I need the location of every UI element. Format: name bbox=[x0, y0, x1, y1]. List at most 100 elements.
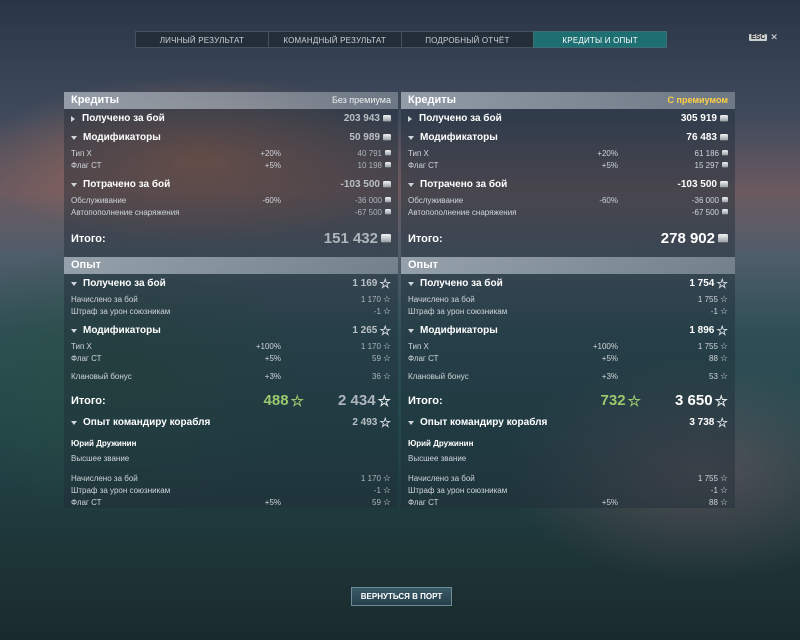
item-percent: +5% bbox=[264, 353, 281, 363]
xp-earned-row[interactable]: Получено за бой 1 754 ☆ bbox=[401, 274, 735, 293]
account-type-label: С премиумом bbox=[667, 95, 728, 105]
close-button[interactable]: ESC ✕ bbox=[749, 32, 778, 43]
tab-credits-and-xp[interactable]: КРЕДИТЫ И ОПЫТ bbox=[533, 31, 667, 48]
expand-arrow-icon[interactable] bbox=[71, 115, 75, 122]
panel-with-premium: Кредиты С премиумом Получено за бой 305 … bbox=[401, 92, 735, 508]
star-icon: ☆ bbox=[716, 414, 728, 430]
section-label: Опыт командиру корабля bbox=[83, 417, 211, 428]
item-value: 10 198 bbox=[357, 160, 382, 170]
section-value: 50 989 bbox=[349, 132, 380, 143]
account-type-label: Без премиума bbox=[331, 95, 391, 105]
total-label: Итого: bbox=[408, 394, 443, 407]
collapse-arrow-icon[interactable] bbox=[408, 328, 414, 333]
xp-total-row: Итого: 732 ☆ 3 650 ☆ bbox=[401, 388, 735, 413]
panel-without-premium: Кредиты Без премиума Получено за бой 203… bbox=[64, 92, 398, 508]
service-row: Обслуживание -60% -36 000 bbox=[401, 194, 735, 206]
credit-coin-icon bbox=[722, 209, 728, 215]
return-to-port-button[interactable]: ВЕРНУТЬСЯ В ПОРТ bbox=[351, 587, 452, 606]
collapse-arrow-icon[interactable] bbox=[408, 135, 414, 140]
collapse-arrow-icon[interactable] bbox=[408, 281, 414, 286]
credits-total-value: 278 902 bbox=[660, 230, 715, 247]
credits-earned-row[interactable]: Получено за бой 203 943 bbox=[64, 109, 398, 128]
item-label: Тип X bbox=[408, 148, 429, 158]
commander-xp-row[interactable]: Опыт командиру корабля 2 493 ☆ bbox=[64, 413, 398, 432]
item-label: Тип X bbox=[408, 341, 429, 351]
item-value: 1 755 bbox=[697, 294, 718, 304]
star-icon: ☆ bbox=[379, 414, 391, 430]
collapse-arrow-icon[interactable] bbox=[71, 420, 77, 425]
xp-earned-row[interactable]: Получено за бой 1 169 ☆ bbox=[64, 274, 398, 293]
star-icon: ☆ bbox=[719, 472, 728, 483]
xp-total-value: 3 650 bbox=[675, 392, 713, 409]
credits-spent-row[interactable]: Потрачено за бой -103 500 bbox=[401, 175, 735, 194]
tab-detailed-report[interactable]: ПОДРОБНЫЙ ОТЧЁТ bbox=[400, 31, 534, 48]
item-value: 59 bbox=[372, 497, 381, 507]
credit-coin-icon bbox=[385, 162, 391, 168]
item-value: 88 bbox=[709, 353, 718, 363]
item-percent: +20% bbox=[260, 148, 281, 158]
collapse-arrow-icon[interactable] bbox=[71, 135, 77, 140]
collapse-arrow-icon[interactable] bbox=[71, 281, 77, 286]
star-icon: ☆ bbox=[382, 496, 391, 507]
item-value: -67 500 bbox=[354, 207, 382, 217]
credits-flag-row: Флаг СТ +5% 15 297 bbox=[401, 159, 735, 171]
section-value: 203 943 bbox=[343, 113, 380, 124]
xp-accrued-row: Начислено за бой 1 755 ☆ bbox=[401, 293, 735, 305]
star-icon: ☆ bbox=[382, 340, 391, 351]
xp-penalty-row: Штраф за урон союзникам -1 ☆ bbox=[401, 305, 735, 317]
item-value: 1 170 bbox=[360, 473, 381, 483]
credits-modifiers-row[interactable]: Модификаторы 76 483 bbox=[401, 128, 735, 147]
star-icon: ☆ bbox=[719, 305, 728, 316]
xp-modifiers-row[interactable]: Модификаторы 1 265 ☆ bbox=[64, 321, 398, 340]
credits-flag-row: Флаг СТ +5% 10 198 bbox=[64, 159, 398, 171]
credits-type-x-row: Тип X +20% 40 791 bbox=[64, 147, 398, 159]
item-percent: +5% bbox=[264, 160, 281, 170]
credits-total-value: 151 432 bbox=[323, 230, 378, 247]
service-row: Обслуживание -60% -36 000 bbox=[64, 194, 398, 206]
item-label: Штраф за урон союзникам bbox=[71, 306, 171, 316]
credits-spent-row[interactable]: Потрачено за бой -103 500 bbox=[64, 175, 398, 194]
credit-coin-icon bbox=[720, 115, 728, 122]
collapse-arrow-icon[interactable] bbox=[408, 420, 414, 425]
section-value: 3 738 bbox=[689, 417, 715, 428]
free-xp-value: 732 bbox=[600, 392, 626, 409]
credits-total-row: Итого: 278 902 bbox=[401, 226, 735, 251]
credits-title: Кредиты bbox=[71, 94, 120, 106]
item-value: 1 755 bbox=[697, 473, 718, 483]
commander-flag-row: Флаг СТ +5% 88 ☆ bbox=[401, 496, 735, 508]
credits-earned-row[interactable]: Получено за бой 305 919 bbox=[401, 109, 735, 128]
commander-accrued-row: Начислено за бой 1 755 ☆ bbox=[401, 472, 735, 484]
total-label: Итого: bbox=[408, 232, 443, 245]
credits-modifiers-row[interactable]: Модификаторы 50 989 bbox=[64, 128, 398, 147]
item-value: -1 bbox=[710, 485, 718, 495]
section-value: 1 265 bbox=[352, 325, 378, 336]
section-value: 76 483 bbox=[686, 132, 717, 143]
close-icon[interactable]: ✕ bbox=[770, 32, 778, 43]
credit-coin-icon bbox=[383, 134, 391, 141]
section-label: Получено за бой bbox=[420, 278, 503, 289]
tab-personal-result[interactable]: ЛИЧНЫЙ РЕЗУЛЬТАТ bbox=[135, 31, 268, 48]
section-label: Модификаторы bbox=[83, 325, 161, 336]
star-icon: ☆ bbox=[719, 370, 728, 381]
collapse-arrow-icon[interactable] bbox=[71, 328, 77, 333]
collapse-arrow-icon[interactable] bbox=[408, 182, 414, 187]
section-label: Получено за бой bbox=[82, 113, 165, 124]
section-value: 1 754 bbox=[689, 278, 715, 289]
section-label: Потрачено за бой bbox=[420, 179, 508, 190]
credits-title: Кредиты bbox=[408, 94, 457, 106]
commander-accrued-row: Начислено за бой 1 170 ☆ bbox=[64, 472, 398, 484]
commander-xp-row[interactable]: Опыт командиру корабля 3 738 ☆ bbox=[401, 413, 735, 432]
item-label: Обслуживание bbox=[71, 195, 127, 205]
collapse-arrow-icon[interactable] bbox=[71, 182, 77, 187]
item-percent: +100% bbox=[255, 341, 281, 351]
tab-team-result[interactable]: КОМАНДНЫЙ РЕЗУЛЬТАТ bbox=[267, 31, 401, 48]
item-percent: +5% bbox=[601, 497, 618, 507]
expand-arrow-icon[interactable] bbox=[408, 115, 412, 122]
item-percent: +5% bbox=[601, 160, 618, 170]
star-icon: ☆ bbox=[719, 340, 728, 351]
credit-coin-icon bbox=[383, 181, 391, 188]
commander-penalty-row: Штраф за урон союзникам -1 ☆ bbox=[401, 484, 735, 496]
clan-bonus-row: Клановый бонус +3% 36 ☆ bbox=[64, 370, 398, 382]
star-icon: ☆ bbox=[714, 392, 728, 410]
xp-modifiers-row[interactable]: Модификаторы 1 896 ☆ bbox=[401, 321, 735, 340]
